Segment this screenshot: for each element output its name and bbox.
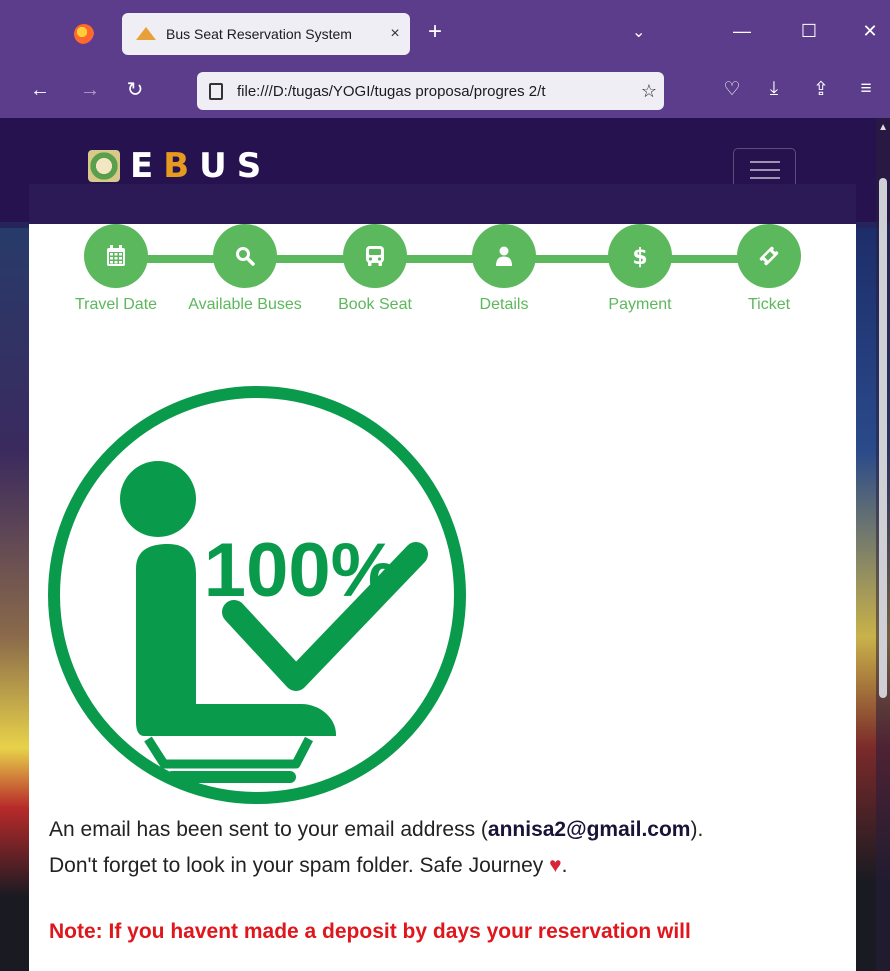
new-tab-button[interactable]: + (428, 20, 442, 44)
background-image-left (0, 228, 30, 971)
firefox-logo-icon[interactable] (74, 24, 94, 44)
logo-text: EBUS (130, 146, 271, 186)
step-details[interactable]: Details (439, 224, 569, 314)
logo-letter-b: B (163, 146, 200, 186)
booking-stepper: Travel Date Available Buses Book Seat De… (29, 224, 856, 324)
browser-tab-active[interactable]: Bus Seat Reservation System × (122, 13, 410, 55)
tab-close-button[interactable]: × (380, 25, 410, 43)
logo-letter-e: E (130, 146, 164, 186)
step-label: Available Buses (188, 296, 302, 313)
logo-letters-us: US (199, 146, 272, 186)
message-suffix: ). (690, 818, 704, 841)
step-label: Details (479, 296, 529, 313)
ticket-icon (759, 246, 779, 266)
bus-icon (366, 246, 384, 266)
step-circle (84, 224, 148, 288)
page-icon (209, 82, 223, 100)
logo-emblem-icon (88, 150, 120, 182)
step-label: Travel Date (74, 296, 158, 313)
close-window-button[interactable]: ✕ (850, 20, 890, 42)
step-circle (343, 224, 407, 288)
calendar-icon (107, 245, 125, 266)
message-end: . (561, 854, 568, 877)
seat-reserved-100-percent-icon: 100% (48, 386, 466, 804)
share-icon[interactable]: ⇪ (807, 78, 835, 101)
step-travel-date[interactable]: Travel Date (51, 224, 181, 314)
step-circle (737, 224, 801, 288)
deposit-note: Note: If you havent made a deposit by da… (49, 920, 691, 943)
minimize-button[interactable]: — (722, 20, 762, 42)
hamburger-line (749, 169, 780, 171)
svg-text:$: $ (632, 245, 647, 268)
percent-text: 100% (204, 528, 398, 613)
site-favicon-icon (136, 27, 156, 41)
hamburger-line (749, 177, 780, 179)
email-confirmation-message: An email has been sent to your email add… (49, 812, 849, 884)
list-all-tabs-button[interactable]: ⌄ (632, 22, 645, 42)
heart-icon: ♥ (549, 854, 562, 877)
forward-button[interactable]: → (75, 79, 105, 101)
url-bar[interactable]: file:///D:/tugas/YOGI/tugas proposa/prog… (197, 72, 664, 110)
user-icon (496, 246, 512, 266)
step-circle: $ (608, 224, 672, 288)
spam-folder-text: Don't forget to look in your spam folder… (49, 854, 544, 877)
step-payment[interactable]: $ Payment (575, 224, 705, 314)
scroll-up-arrow-icon[interactable]: ▲ (878, 122, 888, 133)
dollar-icon: $ (632, 245, 647, 268)
pocket-icon[interactable]: ♡ (718, 78, 746, 101)
step-circle (213, 224, 277, 288)
step-ticket[interactable]: Ticket (704, 224, 834, 314)
maximize-button[interactable]: ☐ (789, 20, 829, 42)
step-available-buses[interactable]: Available Buses (180, 224, 310, 314)
site-logo[interactable]: EBUS (88, 146, 271, 186)
email-address: annisa2@gmail.com (487, 818, 691, 841)
app-menu-icon[interactable]: ≡ (852, 78, 880, 100)
bookmark-star-icon[interactable]: ☆ (634, 81, 664, 102)
browser-nav-bar: ← → ↻ file:///D:/tugas/YOGI/tugas propos… (0, 64, 890, 118)
step-book-seat[interactable]: Book Seat (310, 224, 440, 314)
step-label: Book Seat (338, 296, 412, 313)
back-button[interactable]: ← (25, 79, 55, 101)
page-viewport: EBUS Travel Date Available Buses Book Se… (0, 118, 890, 971)
step-label: Ticket (747, 296, 791, 313)
hamburger-line (749, 161, 780, 163)
search-icon (236, 247, 255, 266)
browser-tab-bar: Bus Seat Reservation System × + ⌄ — ☐ ✕ (0, 0, 890, 64)
downloads-icon[interactable]: ⤓ (760, 78, 788, 100)
url-text[interactable]: file:///D:/tugas/YOGI/tugas proposa/prog… (237, 83, 634, 100)
tab-title: Bus Seat Reservation System (166, 26, 352, 42)
confirmation-panel: Travel Date Available Buses Book Seat De… (29, 224, 856, 971)
panel-header-bar (29, 184, 856, 224)
scrollbar-thumb[interactable] (879, 178, 887, 698)
message-prefix: An email has been sent to your email add… (49, 818, 488, 841)
page-scrollbar[interactable]: ▲ (876, 118, 890, 971)
step-circle (472, 224, 536, 288)
reload-button[interactable]: ↻ (120, 79, 150, 101)
step-label: Payment (608, 296, 672, 313)
